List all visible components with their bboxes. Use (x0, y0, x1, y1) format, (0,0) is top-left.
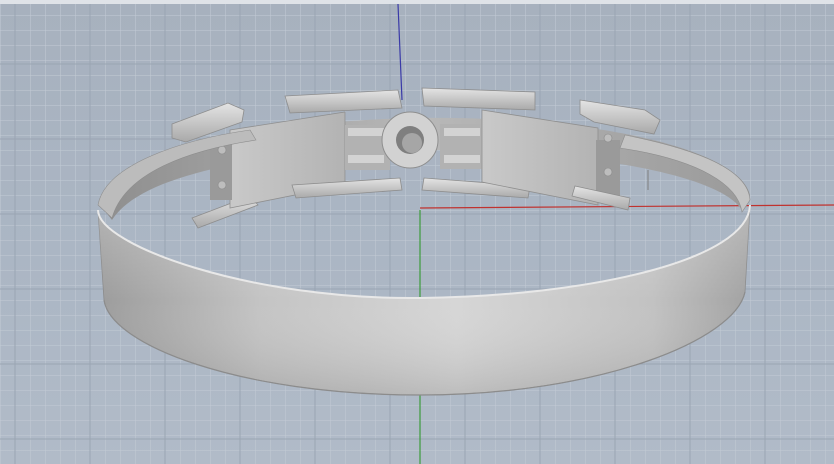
link-rung-left-2 (348, 155, 384, 163)
viewport-perspective[interactable] (0, 0, 834, 464)
link-pin (603, 167, 613, 177)
viewport-canvas[interactable] (0, 0, 834, 464)
center-hub-hole-inner (402, 133, 422, 153)
link-bar-right-top (421, 87, 536, 111)
link-pin (603, 133, 613, 143)
link-rung-right-1 (444, 128, 480, 136)
link-pin (217, 180, 227, 190)
link-rung-right-2 (444, 155, 480, 163)
link-rung-left-1 (348, 128, 384, 136)
